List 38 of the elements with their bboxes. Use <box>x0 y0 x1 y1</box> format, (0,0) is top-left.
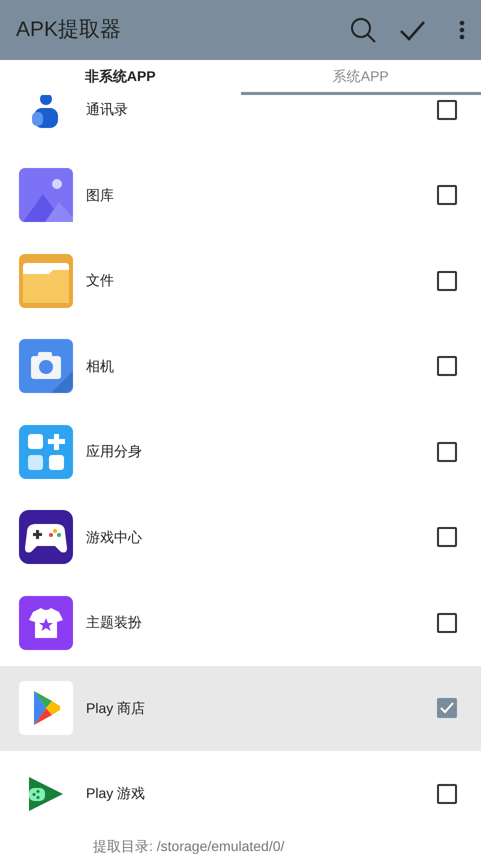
checkbox[interactable] <box>437 612 457 633</box>
app-title: APK提取器 <box>16 17 122 44</box>
app-row[interactable]: 主题装扮 <box>0 580 481 666</box>
checkbox[interactable] <box>437 270 457 291</box>
app-name: 应用分身 <box>86 442 142 462</box>
mountain-icon <box>19 168 73 222</box>
app-name: 相机 <box>86 356 114 376</box>
app-name: 文件 <box>86 271 114 290</box>
gamepad-icon <box>19 510 73 564</box>
checkbox[interactable] <box>437 356 457 376</box>
checkbox[interactable] <box>437 784 457 804</box>
app-name: Play 商店 <box>86 698 146 718</box>
tab[interactable]: 非系统APP <box>0 60 240 95</box>
checkbox[interactable] <box>437 100 457 120</box>
checkbox[interactable] <box>437 442 457 462</box>
app-row[interactable]: 应用分身 <box>0 409 481 494</box>
camera-icon <box>19 339 73 394</box>
app-row[interactable]: 游戏中心 <box>0 494 481 580</box>
check-icon[interactable] <box>400 19 425 41</box>
app-row[interactable]: 通讯录 <box>0 95 481 152</box>
app-row[interactable]: 图库 <box>0 152 481 238</box>
checkbox[interactable] <box>437 698 457 718</box>
checkbox[interactable] <box>437 527 457 548</box>
folder-icon <box>19 254 73 308</box>
app-row[interactable]: 相机 <box>0 324 481 409</box>
app-name: 图库 <box>86 186 114 205</box>
grid-plus-icon <box>19 424 73 479</box>
app-name: Play 游戏 <box>86 784 146 804</box>
app-row[interactable]: 文件 <box>0 238 481 324</box>
extract-path-text: 提取目录: /storage/emulated/0/ <box>93 838 284 854</box>
app-row[interactable]: Play 游戏 <box>0 751 481 836</box>
search-icon[interactable] <box>350 17 376 43</box>
more-icon[interactable] <box>459 20 465 40</box>
app-name: 游戏中心 <box>86 528 142 547</box>
tab[interactable]: 系统APP <box>240 60 481 95</box>
app-name: 主题装扮 <box>86 613 142 632</box>
app-name: 通讯录 <box>86 100 128 120</box>
checkbox[interactable] <box>437 185 457 206</box>
